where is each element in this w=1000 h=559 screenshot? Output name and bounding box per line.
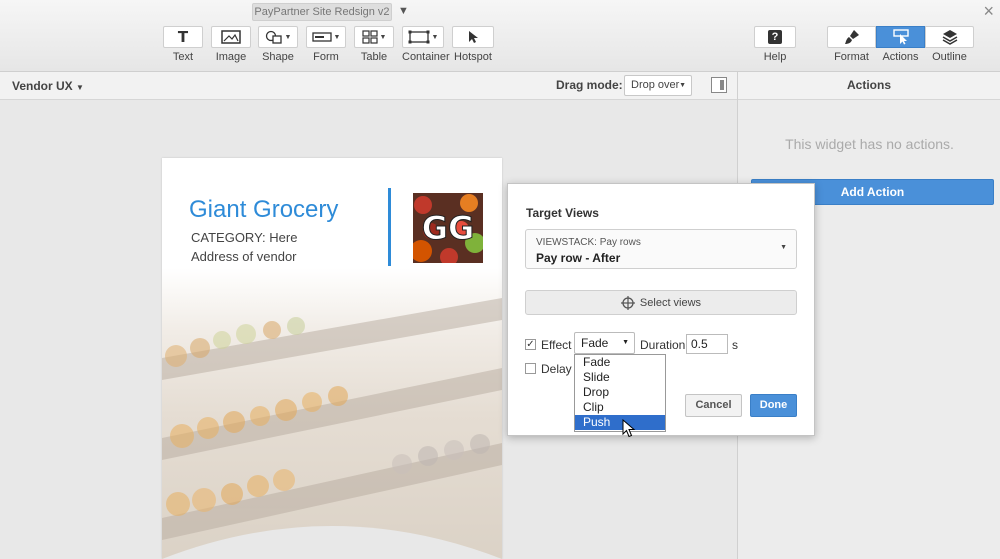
tool-container-label: Container bbox=[402, 51, 450, 63]
effect-option-slide[interactable]: Slide bbox=[575, 370, 665, 385]
effect-checkbox[interactable]: ✓ bbox=[525, 339, 536, 350]
drag-mode-value: Drop over bbox=[631, 79, 680, 91]
vendor-name[interactable]: Giant Grocery bbox=[189, 196, 338, 224]
canvas-toolbar: Vendor UX ▼ Drag mode: Drop over ▼ bbox=[0, 72, 737, 100]
layers-icon bbox=[942, 30, 957, 45]
form-icon bbox=[311, 32, 332, 42]
text-icon: T bbox=[177, 28, 189, 46]
help-button[interactable]: ? Help bbox=[754, 26, 796, 63]
viewstack-label: VIEWSTACK: Pay rows bbox=[536, 237, 641, 248]
tool-shape-label: Shape bbox=[262, 51, 294, 63]
drag-mode-label: Drag mode: bbox=[556, 78, 623, 92]
caret-down-icon: ▼ bbox=[780, 244, 787, 251]
tab-format[interactable]: Format bbox=[827, 26, 876, 63]
page-selector[interactable]: Vendor UX ▼ bbox=[12, 79, 84, 93]
tab-format-label: Format bbox=[834, 51, 869, 63]
viewstack-value: Pay row - After bbox=[536, 251, 621, 265]
empty-actions-message: This widget has no actions. bbox=[785, 136, 954, 152]
tool-table[interactable]: ▼ Table bbox=[354, 26, 394, 63]
done-button[interactable]: Done bbox=[750, 394, 797, 417]
top-toolbar: PayPartner Site Redsign v2 ▼ × T Text Im… bbox=[0, 0, 1000, 72]
container-icon bbox=[408, 30, 430, 44]
actions-icon bbox=[892, 29, 909, 45]
effect-select[interactable]: Fade ▼ bbox=[574, 332, 635, 354]
delay-label: Delay bbox=[541, 362, 572, 376]
tool-container[interactable]: ▼ Container bbox=[402, 26, 450, 63]
tool-shape[interactable]: ▼ Shape bbox=[258, 26, 298, 63]
target-views-title: Target Views bbox=[526, 206, 599, 220]
tool-hotspot[interactable]: Hotspot bbox=[452, 26, 494, 63]
chevron-down-icon[interactable]: ▼ bbox=[398, 3, 409, 19]
caret-down-icon: ▼ bbox=[622, 339, 629, 346]
duration-input[interactable]: 0.5 bbox=[686, 334, 728, 354]
tab-actions[interactable]: Actions bbox=[876, 26, 925, 63]
caret-down-icon: ▼ bbox=[679, 82, 686, 89]
effect-option-push[interactable]: Push bbox=[575, 415, 665, 430]
page-artboard[interactable]: Giant Grocery CATEGORY: Here Address of … bbox=[162, 158, 502, 559]
brush-icon bbox=[844, 30, 859, 44]
cancel-button[interactable]: Cancel bbox=[685, 394, 742, 417]
drag-mode-select[interactable]: Drop over ▼ bbox=[624, 75, 692, 96]
page-selector-label: Vendor UX bbox=[12, 79, 73, 93]
duration-unit: s bbox=[732, 338, 738, 352]
table-icon bbox=[361, 30, 378, 44]
crosshair-icon bbox=[620, 295, 635, 310]
logo-text: GG bbox=[422, 209, 475, 247]
help-icon: ? bbox=[768, 30, 782, 44]
tab-outline[interactable]: Outline bbox=[925, 26, 974, 63]
vendor-address[interactable]: Address of vendor bbox=[191, 249, 297, 264]
panel-toggle-icon[interactable] bbox=[711, 77, 727, 93]
target-views-popup: Target Views VIEWSTACK: Pay rows Pay row… bbox=[507, 183, 815, 436]
effect-label: Effect bbox=[541, 338, 572, 352]
select-views-button[interactable]: Select views bbox=[525, 290, 797, 315]
effect-option-drop[interactable]: Drop bbox=[575, 385, 665, 400]
effect-option-clip[interactable]: Clip bbox=[575, 400, 665, 415]
duration-label: Duration bbox=[640, 338, 686, 352]
vendor-logo[interactable]: GG bbox=[413, 193, 483, 263]
image-icon bbox=[221, 30, 241, 44]
vendor-category[interactable]: CATEGORY: Here bbox=[191, 230, 297, 245]
tool-image-label: Image bbox=[215, 51, 247, 63]
produce-background-image bbox=[162, 268, 502, 559]
tab-outline-label: Outline bbox=[932, 51, 967, 63]
vendor-divider bbox=[388, 188, 391, 266]
caret-down-icon: ▼ bbox=[284, 33, 292, 41]
document-title[interactable]: PayPartner Site Redsign v2 bbox=[252, 3, 392, 21]
caret-down-icon: ▼ bbox=[379, 33, 387, 41]
viewstack-select[interactable]: VIEWSTACK: Pay rows Pay row - After ▼ bbox=[525, 229, 797, 269]
tool-text[interactable]: T Text bbox=[163, 26, 203, 63]
select-views-label: Select views bbox=[639, 296, 702, 309]
effect-dropdown-menu: Fade Slide Drop Clip Push bbox=[574, 354, 666, 432]
effect-value: Fade bbox=[581, 336, 609, 350]
tool-table-label: Table bbox=[360, 51, 388, 63]
tool-hotspot-label: Hotspot bbox=[454, 51, 492, 63]
mouse-cursor-icon bbox=[622, 419, 636, 438]
tool-form[interactable]: ▼ Form bbox=[306, 26, 346, 63]
hotspot-icon bbox=[469, 31, 478, 43]
tab-actions-label: Actions bbox=[882, 51, 919, 63]
tool-text-label: Text bbox=[172, 51, 194, 63]
actions-panel-title: Actions bbox=[738, 72, 1000, 100]
caret-down-icon: ▼ bbox=[76, 83, 84, 92]
caret-down-icon: ▼ bbox=[431, 33, 439, 41]
shape-icon bbox=[265, 30, 282, 44]
delay-checkbox[interactable] bbox=[525, 363, 536, 374]
help-label: Help bbox=[763, 51, 787, 63]
effect-option-fade[interactable]: Fade bbox=[575, 355, 665, 370]
tool-form-label: Form bbox=[313, 51, 339, 63]
tool-image[interactable]: Image bbox=[211, 26, 251, 63]
caret-down-icon: ▼ bbox=[333, 33, 341, 41]
close-icon[interactable]: × bbox=[983, 1, 994, 21]
